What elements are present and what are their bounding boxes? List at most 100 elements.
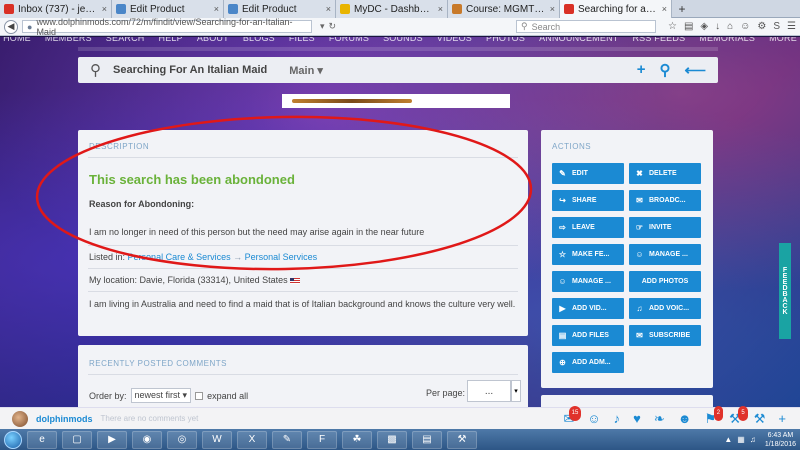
avatar[interactable]	[12, 410, 28, 427]
site-menu-item[interactable]: MEMBERS	[45, 37, 92, 45]
site-menu-item[interactable]: MORE	[769, 37, 797, 45]
megaphone-icon[interactable]: ♪	[614, 412, 621, 425]
action-button[interactable]: ⊕ ADD ADM...	[552, 352, 624, 373]
action-button[interactable]: ▶ ADD VID...	[552, 298, 624, 319]
per-page-select[interactable]: ...	[467, 380, 511, 402]
back-icon[interactable]: ◀	[4, 19, 18, 34]
browser-tab[interactable]: Edit Product ×	[112, 0, 224, 18]
site-menu-item[interactable]: FILES	[289, 37, 315, 45]
skype-icon[interactable]: S	[773, 21, 780, 32]
close-icon[interactable]: ×	[326, 4, 331, 14]
menu-icon[interactable]: ☰	[787, 21, 796, 32]
terminal-icon[interactable]: ▩	[377, 430, 407, 449]
site-menu-item[interactable]: SEARCH	[106, 37, 145, 45]
site-menu-item[interactable]: VIDEOS	[437, 37, 472, 45]
browser-search-input[interactable]: ⚲ Search	[516, 20, 656, 33]
media-player-icon[interactable]: ▶	[97, 430, 127, 449]
filezilla-icon[interactable]: F	[307, 430, 337, 449]
site-menu-item[interactable]: HELP	[159, 37, 183, 45]
action-button[interactable]: ADD PHOTOS	[629, 271, 701, 292]
action-button[interactable]: ☆ MAKE FE...	[552, 244, 624, 265]
action-button[interactable]: ▤ ADD FILES	[552, 325, 624, 346]
clipboard-icon[interactable]: ▤	[684, 21, 693, 32]
site-menu-item[interactable]: FORUMS	[329, 37, 369, 45]
username[interactable]: dolphinmods	[36, 414, 93, 424]
site-menu-item[interactable]: HOME	[3, 37, 31, 45]
site-menu-item[interactable]: ABOUT	[197, 37, 229, 45]
frog-icon[interactable]: ☘	[342, 430, 372, 449]
excel-icon[interactable]: X	[237, 430, 267, 449]
site-menu-item[interactable]: ANNOUNCEMENT	[539, 37, 618, 45]
action-button[interactable]: ↪ SHARE	[552, 190, 624, 211]
friends-icon[interactable]: ☺	[587, 412, 600, 425]
close-icon[interactable]: ×	[550, 4, 555, 14]
expand-all-checkbox[interactable]	[195, 391, 204, 400]
download-icon[interactable]: ↓	[715, 21, 720, 32]
action-button[interactable]: ☺ MANAGE ...	[552, 271, 624, 292]
wrench-icon[interactable]: ⚒	[754, 412, 766, 425]
close-icon[interactable]: ×	[662, 4, 667, 14]
action-button[interactable]: ✎ EDIT	[552, 163, 624, 184]
site-menu-item[interactable]: RSS FEEDS	[632, 37, 685, 45]
add-icon[interactable]: +	[637, 61, 646, 79]
shield-icon[interactable]: ◈	[700, 21, 708, 32]
home-icon[interactable]: ⌂	[727, 21, 733, 32]
site-menu-item[interactable]: BLOGS	[243, 37, 275, 45]
action-button[interactable]: ⇨ LEAVE	[552, 217, 624, 238]
share-icon[interactable]: ⟵	[684, 61, 706, 79]
tray-icon[interactable]: ▲	[724, 435, 732, 444]
ie-icon[interactable]: e	[27, 430, 57, 449]
word-icon[interactable]: W	[202, 430, 232, 449]
paint-icon[interactable]: ✎	[272, 430, 302, 449]
action-button[interactable]: ✖ DELETE	[629, 163, 701, 184]
action-button[interactable]: ✉ BROADC...	[629, 190, 701, 211]
clock[interactable]: 6:43 AM 1/18/2016	[765, 431, 796, 449]
action-button[interactable]: ♫ ADD VOIC...	[629, 298, 701, 319]
search-icon[interactable]: ⚲	[659, 61, 670, 79]
site-menu-item[interactable]: PHOTOS	[486, 37, 525, 45]
folder-icon[interactable]: ▢	[62, 430, 92, 449]
smiley-icon[interactable]: ☺	[740, 21, 750, 32]
browser-tab[interactable]: Edit Product ×	[224, 0, 336, 18]
new-tab-button[interactable]: +	[672, 0, 692, 17]
site-menu-item[interactable]: MEMORIALS	[699, 37, 755, 45]
reload-icon[interactable]: ↻	[329, 21, 337, 32]
start-button[interactable]	[4, 430, 22, 449]
site-menu-item[interactable]: SOUNDS	[383, 37, 423, 45]
search-icon[interactable]: ⚲	[90, 61, 101, 79]
section-dropdown[interactable]: Main ▾	[289, 64, 323, 77]
firefox-icon[interactable]: ◉	[132, 430, 162, 449]
dropdown-icon[interactable]: ▾	[320, 21, 325, 32]
network-icon[interactable]: ▦	[737, 435, 745, 444]
mail-icon[interactable]: ✉ 15	[563, 406, 582, 425]
group-icon[interactable]: ☻	[678, 412, 692, 425]
category-link[interactable]: Personal Care & Services	[128, 252, 231, 262]
close-icon[interactable]: ×	[438, 4, 443, 14]
horizontal-scrollbar[interactable]	[78, 47, 718, 51]
subcategory-link[interactable]: Personal Services	[245, 252, 318, 262]
settings-icon[interactable]: ⚙	[757, 21, 766, 32]
twitter-icon[interactable]: ❧	[654, 412, 665, 425]
action-button[interactable]: ☺ MANAGE ...	[629, 244, 701, 265]
action-button[interactable]: ✉ SUBSCRIBE	[629, 325, 701, 346]
browser-tab[interactable]: Searching for an Italian Ma... ×	[560, 0, 672, 18]
action-button[interactable]: ☞ INVITE	[629, 217, 701, 238]
bell-icon[interactable]: ⚑ 2	[704, 406, 724, 425]
notepad-icon[interactable]: ▤	[412, 430, 442, 449]
chevron-down-icon[interactable]: ▾	[511, 380, 521, 402]
tools-icon[interactable]: ⚒	[447, 430, 477, 449]
feedback-tab[interactable]: FEEDBACK	[779, 243, 791, 339]
plus-icon[interactable]: +	[778, 412, 786, 425]
browser-tab[interactable]: Inbox (737) - jeromemingo... ×	[0, 0, 112, 18]
chrome-icon[interactable]: ◎	[167, 430, 197, 449]
close-icon[interactable]: ×	[102, 4, 107, 14]
volume-icon[interactable]: ♫	[750, 435, 756, 444]
heart-icon[interactable]: ♥	[633, 412, 641, 425]
address-bar[interactable]: ● www.dolphinmods.com/72/m/findit/view/S…	[22, 17, 312, 37]
browser-tab[interactable]: MyDC - Dashboard ×	[336, 0, 448, 18]
close-icon[interactable]: ×	[214, 4, 219, 14]
browser-tab[interactable]: Course: MGMT2065 Project... ×	[448, 0, 560, 18]
order-select[interactable]: newest first ▾	[130, 388, 192, 403]
cart-icon[interactable]: ⚒ 5	[729, 406, 748, 425]
star-icon[interactable]: ☆	[668, 21, 677, 32]
